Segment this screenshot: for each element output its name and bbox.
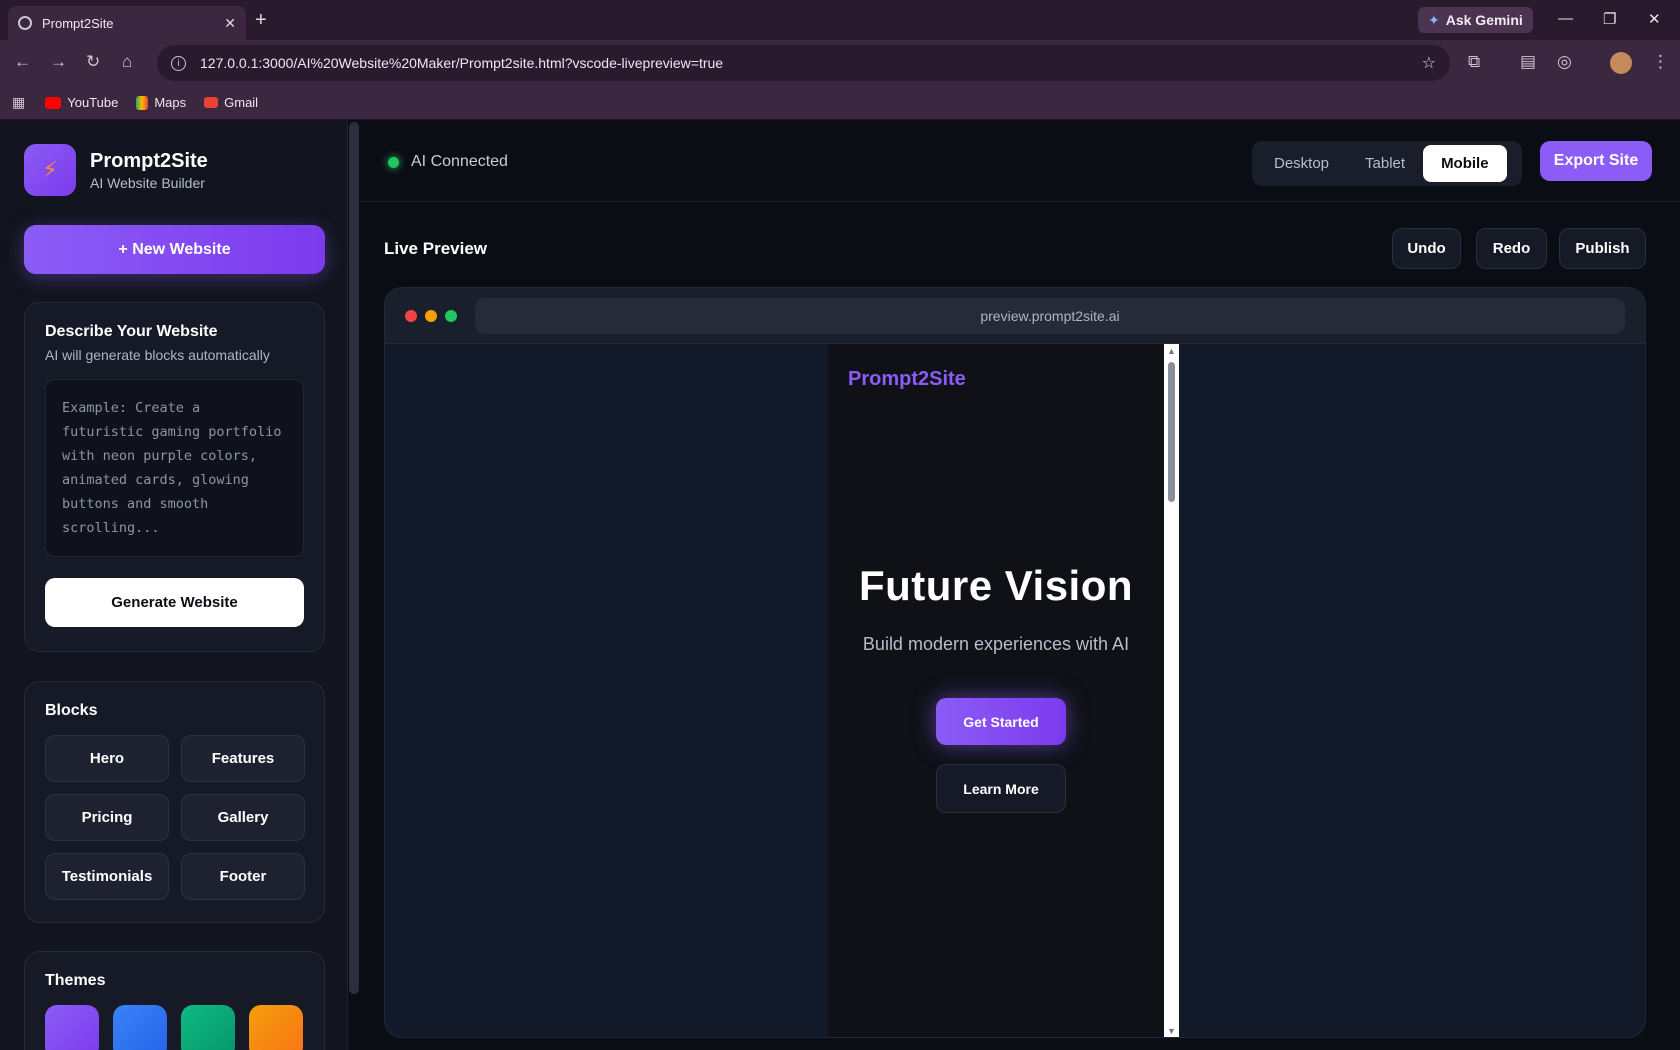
bookmarks-bar: ▦ YouTube Maps Gmail bbox=[0, 86, 1680, 120]
scroll-down-icon[interactable]: ▼ bbox=[1167, 1026, 1176, 1036]
blocks-title: Blocks bbox=[45, 702, 98, 719]
top-bar: AI Connected Desktop Tablet Mobile Expor… bbox=[360, 120, 1680, 202]
bookmark-gmail[interactable]: Gmail bbox=[204, 95, 258, 110]
preview-hero-subtitle: Build modern experiences with AI bbox=[862, 634, 1130, 654]
export-site-button[interactable]: Export Site bbox=[1540, 141, 1652, 181]
gmail-icon bbox=[204, 97, 219, 108]
live-preview-title: Live Preview bbox=[384, 239, 488, 258]
theme-swatch-blue[interactable] bbox=[113, 1005, 167, 1050]
brand: ⚡ Prompt2Site AI Website Builder bbox=[24, 144, 208, 196]
bookmark-youtube[interactable]: YouTube bbox=[45, 95, 118, 110]
home-icon[interactable]: ⌂ bbox=[122, 52, 132, 72]
bookmark-maps[interactable]: Maps bbox=[136, 95, 186, 110]
scroll-up-icon[interactable]: ▲ bbox=[1167, 346, 1176, 356]
blocks-card: Blocks Hero Features Pricing Gallery Tes… bbox=[24, 681, 325, 923]
publish-button[interactable]: Publish bbox=[1559, 228, 1646, 269]
block-testimonials[interactable]: Testimonials bbox=[45, 853, 169, 900]
preview-frame: preview.prompt2site.ai Prompt2Site Futur… bbox=[384, 287, 1646, 1038]
ask-gemini-button[interactable]: ✦ Ask Gemini bbox=[1418, 7, 1533, 33]
ask-gemini-label: Ask Gemini bbox=[1445, 12, 1523, 28]
lightning-icon: ⚡ bbox=[24, 144, 76, 196]
device-mobile-button[interactable]: Mobile bbox=[1423, 145, 1507, 182]
address-bar[interactable]: i 127.0.0.1:3000/AI%20Website%20Maker/Pr… bbox=[157, 45, 1450, 81]
profile-avatar[interactable] bbox=[1610, 52, 1632, 74]
preview-get-started-button[interactable]: Get Started bbox=[936, 698, 1066, 745]
close-window-icon[interactable]: ✕ bbox=[1648, 10, 1661, 28]
preview-learn-more-button[interactable]: Learn More bbox=[936, 764, 1066, 813]
ai-status: AI Connected bbox=[388, 153, 508, 171]
sidebar-scrollbar[interactable] bbox=[349, 122, 359, 994]
site-info-icon[interactable]: i bbox=[171, 55, 186, 71]
describe-title: Describe Your Website bbox=[45, 323, 218, 340]
blocks-grid: Hero Features Pricing Gallery Testimonia… bbox=[45, 735, 305, 900]
gemini-icon: ✦ bbox=[1428, 11, 1440, 28]
themes-card: Themes bbox=[24, 951, 325, 1050]
minimize-icon[interactable]: — bbox=[1558, 10, 1573, 27]
device-switcher: Desktop Tablet Mobile bbox=[1252, 141, 1522, 186]
device-tablet-button[interactable]: Tablet bbox=[1347, 145, 1423, 182]
new-website-button[interactable]: + New Website bbox=[24, 225, 325, 274]
mobile-preview[interactable]: Prompt2Site Future Vision Build modern e… bbox=[828, 344, 1179, 1037]
forward-icon[interactable]: → bbox=[50, 52, 67, 72]
undo-button[interactable]: Undo bbox=[1392, 228, 1461, 269]
reload-icon[interactable]: ↻ bbox=[86, 52, 100, 72]
reading-list-icon[interactable]: ▤ bbox=[1520, 52, 1536, 72]
block-gallery[interactable]: Gallery bbox=[181, 794, 305, 841]
preview-viewport: Prompt2Site Future Vision Build modern e… bbox=[385, 344, 1645, 1037]
block-pricing[interactable]: Pricing bbox=[45, 794, 169, 841]
maps-icon bbox=[136, 95, 149, 110]
minimize-dot-icon bbox=[425, 310, 437, 322]
mobile-scrollbar[interactable]: ▲ ▼ bbox=[1164, 344, 1179, 1037]
back-icon[interactable]: ← bbox=[14, 52, 31, 72]
bookmark-label: Gmail bbox=[224, 95, 259, 110]
block-features[interactable]: Features bbox=[181, 735, 305, 782]
url-text: 127.0.0.1:3000/AI%20Website%20Maker/Prom… bbox=[200, 55, 724, 71]
redo-button[interactable]: Redo bbox=[1476, 228, 1547, 269]
close-tab-icon[interactable]: ✕ bbox=[224, 15, 236, 32]
block-hero[interactable]: Hero bbox=[45, 735, 169, 782]
maximize-dot-icon bbox=[445, 310, 457, 322]
preview-site-brand[interactable]: Prompt2Site bbox=[848, 368, 966, 391]
extensions-icon[interactable]: ⧉ bbox=[1468, 52, 1480, 72]
block-footer[interactable]: Footer bbox=[181, 853, 305, 900]
browser-tab-strip: Prompt2Site ✕ + ✦ Ask Gemini — ❐ ✕ bbox=[0, 0, 1680, 40]
sidebar: ⚡ Prompt2Site AI Website Builder + New W… bbox=[0, 120, 348, 1050]
theme-swatch-orange[interactable] bbox=[249, 1005, 303, 1050]
generate-website-button[interactable]: Generate Website bbox=[45, 578, 304, 627]
theme-swatch-purple[interactable] bbox=[45, 1005, 99, 1050]
tab-title: Prompt2Site bbox=[42, 15, 114, 31]
globe-icon bbox=[18, 16, 32, 30]
scroll-thumb[interactable] bbox=[1168, 362, 1175, 502]
bookmark-star-icon[interactable]: ☆ bbox=[1422, 53, 1436, 73]
themes-title: Themes bbox=[45, 972, 106, 989]
bookmark-label: YouTube bbox=[67, 95, 119, 110]
browser-tab[interactable]: Prompt2Site ✕ bbox=[8, 6, 246, 40]
apps-grid-icon[interactable]: ▦ bbox=[12, 94, 25, 111]
restore-icon[interactable]: ❐ bbox=[1603, 10, 1616, 28]
themes-row bbox=[45, 1005, 304, 1050]
new-tab-button[interactable]: + bbox=[255, 9, 267, 32]
preview-hero-heading: Future Vision bbox=[858, 562, 1134, 609]
app-root: ⚡ Prompt2Site AI Website Builder + New W… bbox=[0, 120, 1680, 1050]
incognito-icon[interactable]: ◎ bbox=[1557, 52, 1572, 72]
describe-card: Describe Your Website AI will generate b… bbox=[24, 302, 325, 652]
describe-subtitle: AI will generate blocks automatically bbox=[45, 347, 270, 363]
prompt-textarea[interactable]: Example: Create a futuristic gaming port… bbox=[45, 379, 304, 557]
main-panel: AI Connected Desktop Tablet Mobile Expor… bbox=[360, 120, 1680, 1050]
device-desktop-button[interactable]: Desktop bbox=[1256, 145, 1347, 182]
status-text: AI Connected bbox=[411, 153, 508, 170]
theme-swatch-green[interactable] bbox=[181, 1005, 235, 1050]
browser-toolbar: ← → ↻ ⌂ i 127.0.0.1:3000/AI%20Website%20… bbox=[0, 40, 1680, 86]
menu-kebab-icon[interactable]: ⋮ bbox=[1652, 52, 1669, 72]
preview-frame-bar: preview.prompt2site.ai bbox=[385, 288, 1645, 344]
close-dot-icon bbox=[405, 310, 417, 322]
brand-subtitle: AI Website Builder bbox=[90, 174, 205, 191]
youtube-icon bbox=[45, 96, 62, 109]
status-dot-icon bbox=[388, 156, 399, 168]
preview-url: preview.prompt2site.ai bbox=[475, 298, 1625, 334]
bookmark-label: Maps bbox=[154, 95, 187, 110]
brand-name: Prompt2Site bbox=[90, 149, 208, 172]
